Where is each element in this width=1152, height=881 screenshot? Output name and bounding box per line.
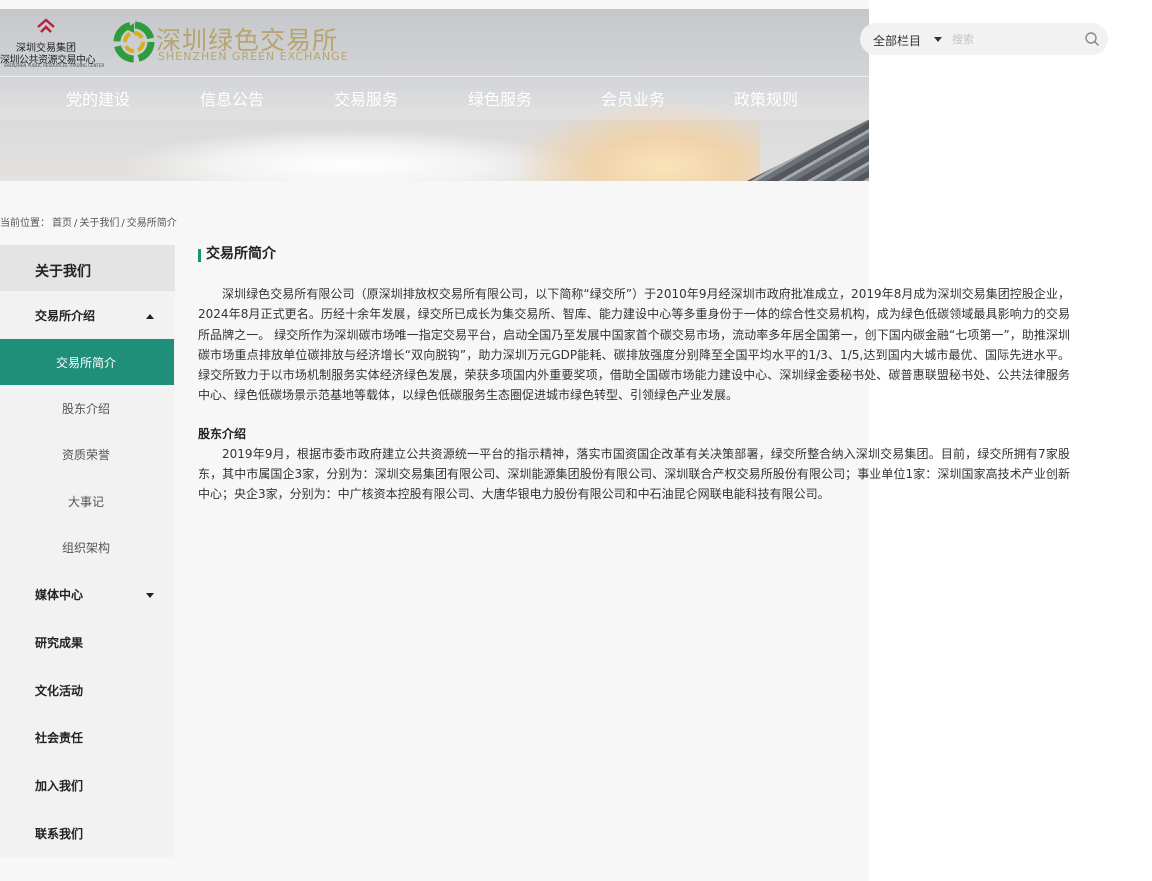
sidebar-item-label: 研究成果 [35, 636, 84, 650]
search-bar: 全部栏目 [860, 23, 1108, 55]
breadcrumb-separator: / [74, 218, 78, 229]
chevron-down-icon[interactable] [934, 37, 942, 42]
breadcrumb-home[interactable]: 首页 [52, 218, 72, 229]
brand-name-en: SHENZHEN GREEN EXCHANGE [158, 50, 349, 63]
sidebar: 关于我们 交易所介绍 交易所简介 股东介绍 资质荣誉 大事记 组织架构 媒体中心… [0, 245, 175, 857]
sidebar-heading-label: 关于我们 [35, 264, 91, 280]
sidebar-subitem-organization[interactable]: 组织架构 [0, 524, 175, 570]
sidebar-item-label: 组织架构 [61, 541, 110, 555]
sidebar-item-research[interactable]: 研究成果 [0, 619, 175, 665]
breadcrumb-separator: / [121, 218, 125, 229]
sidebar-item-label: 大事记 [67, 495, 104, 509]
nav-item-trading[interactable]: 交易服务 [334, 86, 398, 110]
sidebar-subitem-milestones[interactable]: 大事记 [0, 478, 175, 524]
main-content: 交易所简介 深圳绿色交易所有限公司（原深圳排放权交易所有限公司，以下简称“绿交所… [198, 244, 1070, 505]
nav-item-members[interactable]: 会员业务 [601, 86, 665, 110]
sidebar-item-culture[interactable]: 文化活动 [0, 667, 175, 713]
nav-item-policy[interactable]: 政策规则 [734, 86, 798, 110]
banner-clouds [120, 129, 580, 181]
nav-item-green[interactable]: 绿色服务 [468, 86, 532, 110]
sidebar-item-label: 联系我们 [35, 827, 84, 841]
sidebar-item-label: 资质荣誉 [61, 448, 110, 462]
header-banner: 深圳交易集团 深圳公共资源交易中心 SHENZHEN PUBLIC RESOUR… [0, 9, 869, 181]
chevron-down-icon [146, 593, 154, 598]
search-category-select[interactable]: 全部栏目 [873, 32, 921, 49]
sidebar-subitem-shareholders[interactable]: 股东介绍 [0, 385, 175, 431]
group-logo-english: SHENZHEN PUBLIC RESOURCES TRADING CENTER [4, 63, 105, 68]
chevron-up-icon [146, 314, 154, 319]
sidebar-item-label: 交易所简介 [55, 356, 116, 370]
sidebar-item-join-us[interactable]: 加入我们 [0, 762, 175, 808]
breadcrumb: 当前位置： 首页 / 关于我们 / 交易所简介 [0, 214, 179, 229]
sidebar-item-label: 加入我们 [35, 779, 84, 793]
sidebar-item-media[interactable]: 媒体中心 [0, 571, 175, 617]
sidebar-item-contact[interactable]: 联系我们 [0, 810, 175, 856]
sidebar-item-exchange-intro[interactable]: 交易所介绍 [0, 292, 175, 338]
sidebar-subitem-profile[interactable]: 交易所简介 [0, 339, 174, 385]
sidebar-heading: 关于我们 [0, 245, 175, 291]
group-logo-icon [37, 18, 55, 33]
brand-logo[interactable]: 深圳绿色交易所 SHENZHEN GREEN EXCHANGE [112, 19, 348, 65]
search-input[interactable] [952, 29, 1072, 49]
header-divider [0, 76, 869, 77]
page-title: 交易所简介 [198, 244, 1070, 264]
sidebar-subitem-honors[interactable]: 资质荣誉 [0, 431, 175, 477]
intro-paragraph: 深圳绿色交易所有限公司（原深圳排放权交易所有限公司，以下简称“绿交所”）于201… [198, 287, 1070, 403]
section-heading-shareholders: 股东介绍 [198, 426, 247, 441]
sidebar-item-label: 文化活动 [35, 684, 84, 698]
breadcrumb-current: 交易所简介 [126, 218, 177, 229]
sidebar-item-csr[interactable]: 社会责任 [0, 714, 175, 760]
recycle-logo-icon [113, 21, 155, 63]
group-logo[interactable]: 深圳交易集团 深圳公共资源交易中心 SHENZHEN PUBLIC RESOUR… [0, 15, 104, 71]
nav-item-notices[interactable]: 信息公告 [200, 86, 264, 110]
sidebar-item-label: 社会责任 [35, 731, 84, 745]
breadcrumb-about[interactable]: 关于我们 [79, 218, 119, 229]
shareholders-paragraph: 2019年9月，根据市委市政府建立公共资源统一平台的指示精神，落实市国资国企改革… [198, 446, 1070, 502]
main-nav: 党的建设 信息公告 交易服务 绿色服务 会员业务 政策规则 [0, 86, 869, 116]
sidebar-item-label: 媒体中心 [35, 588, 84, 602]
search-icon[interactable] [1084, 31, 1100, 47]
sidebar-item-label: 交易所介绍 [35, 309, 96, 323]
sidebar-item-label: 股东介绍 [61, 402, 110, 416]
breadcrumb-prefix: 当前位置： [0, 218, 50, 229]
nav-item-party[interactable]: 党的建设 [66, 86, 130, 110]
